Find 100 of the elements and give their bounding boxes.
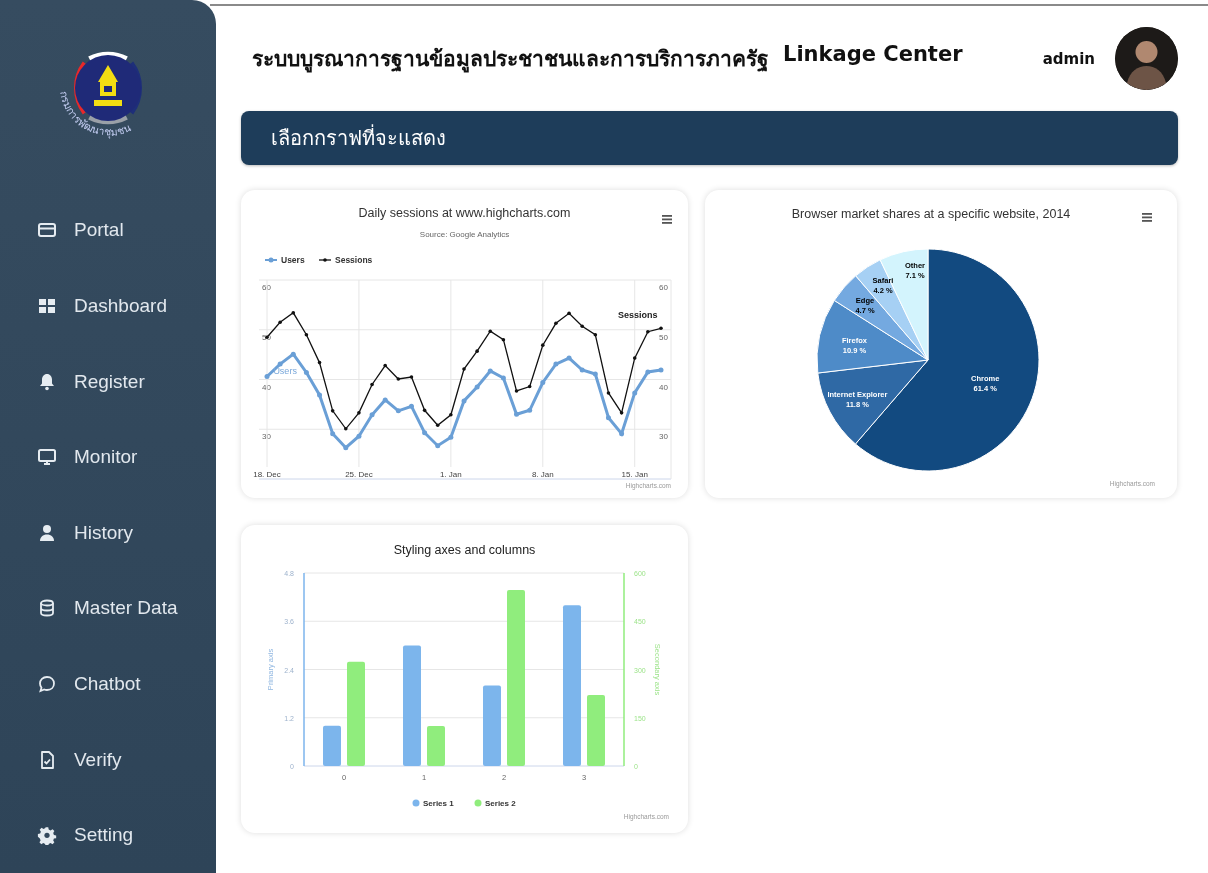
legend-item[interactable]: Users	[264, 255, 305, 265]
data-point	[303, 370, 309, 376]
legend-label: Users	[281, 255, 305, 265]
sidebar-item[interactable]: Portal	[0, 192, 216, 269]
data-point	[488, 329, 493, 334]
sidebar-item[interactable]: Master Data	[0, 570, 216, 647]
series-label: Sessions	[618, 309, 658, 320]
data-point	[396, 377, 401, 381]
menu-icon[interactable]	[662, 215, 672, 224]
user-name: admin	[1042, 49, 1095, 68]
axis-label: 40	[262, 382, 271, 392]
data-point	[646, 329, 650, 334]
legend-item[interactable]: Series 2	[474, 799, 516, 808]
data-point	[540, 380, 546, 385]
data-point	[474, 384, 480, 390]
data-point	[645, 369, 651, 375]
data-point	[449, 413, 453, 417]
data-point	[580, 324, 584, 329]
data-point	[461, 398, 467, 404]
data-point	[435, 423, 440, 428]
data-point	[554, 321, 558, 326]
data-point	[291, 311, 296, 315]
data-point	[527, 407, 533, 413]
data-point	[605, 415, 611, 421]
data-point	[369, 412, 375, 418]
data-point	[593, 332, 598, 337]
bar	[323, 725, 341, 766]
data-point	[527, 384, 532, 389]
data-point	[514, 411, 520, 417]
sidebar-item[interactable]: Chatbot	[0, 646, 216, 722]
data-point	[317, 392, 323, 398]
legend-item[interactable]: Sessions	[318, 255, 373, 265]
axis-label: 60	[262, 283, 271, 292]
menu-icon[interactable]	[1142, 213, 1152, 222]
data-point	[435, 443, 441, 449]
data-point	[567, 311, 571, 316]
sidebar-item[interactable]: Verify	[0, 721, 216, 798]
data-point	[330, 409, 335, 413]
data-point	[500, 375, 506, 381]
section-banner: เลือกกราฟที่จะแสดง	[241, 111, 1178, 165]
data-point	[383, 363, 387, 368]
data-point	[619, 431, 625, 437]
data-point	[357, 411, 361, 415]
speech-bubble-icon	[37, 674, 57, 694]
monitor-icon	[37, 447, 57, 468]
sidebar-item[interactable]: Setting	[0, 797, 216, 873]
axis-label: 18. Dec	[253, 470, 281, 479]
data-point	[277, 361, 283, 367]
data-point	[265, 335, 269, 339]
data-point	[659, 326, 663, 331]
legend-label: Series 2	[485, 799, 517, 808]
data-point	[475, 349, 479, 353]
database-icon	[37, 598, 57, 619]
axis-label: 8. Jan	[531, 470, 554, 479]
axis-label: 30	[262, 432, 271, 442]
data-point	[514, 389, 519, 393]
legend-label: Series 1	[423, 799, 455, 808]
axis-label: 1. Jan	[439, 470, 462, 479]
data-point	[422, 408, 427, 413]
data-point	[264, 374, 270, 379]
data-point	[448, 434, 454, 440]
data-point	[606, 391, 611, 395]
page-title: ระบบบูรณาการฐานข้อมูลประชาชนและการบริการภาครัฐ	[252, 46, 769, 75]
data-point	[658, 367, 664, 373]
sidebar-item[interactable]: Dashboard	[0, 268, 216, 344]
axis-label: 50	[659, 332, 668, 342]
avatar-icon[interactable]	[1115, 27, 1178, 90]
data-point	[408, 403, 414, 409]
bar	[427, 726, 445, 766]
person-icon	[37, 522, 57, 543]
page-title-suffix: Linkage Center	[783, 42, 963, 68]
sidebar-item[interactable]: Register	[0, 343, 216, 420]
data-point	[619, 411, 624, 415]
data-point	[541, 343, 545, 347]
data-point	[501, 337, 506, 342]
sidebar-item[interactable]: Monitor	[0, 419, 216, 496]
data-point	[632, 356, 637, 360]
bar	[587, 694, 605, 766]
data-point	[553, 361, 559, 367]
data-point	[370, 382, 374, 387]
data-point	[462, 367, 466, 371]
data-point	[422, 430, 428, 436]
chart-subtitle: Source: Google Analytics	[419, 230, 510, 239]
data-point	[632, 390, 638, 396]
data-point	[356, 433, 362, 439]
sidebar-item[interactable]: History	[0, 495, 216, 571]
data-point	[330, 431, 336, 437]
axis-label: 25. Dec	[345, 470, 373, 479]
data-point	[395, 408, 401, 414]
axis-label: 60	[659, 283, 668, 292]
chart-title: Styling axes and columns	[393, 543, 536, 557]
data-point	[579, 367, 585, 373]
chart-title: Browser market shares at a specific website, 2014	[791, 207, 1071, 221]
axis-label: 15. Jan	[621, 470, 648, 479]
data-point	[592, 371, 598, 377]
legend-item[interactable]: Series 1	[412, 799, 454, 808]
data-point	[566, 355, 572, 361]
bell-icon	[37, 371, 57, 392]
data-point	[343, 445, 349, 451]
data-point	[317, 360, 322, 365]
